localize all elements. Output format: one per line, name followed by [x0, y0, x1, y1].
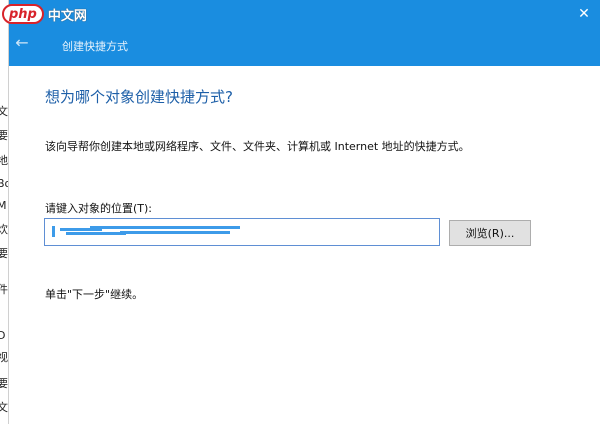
- bg-fragment: D: [0, 330, 5, 342]
- bg-fragment: 要: [0, 248, 8, 260]
- back-arrow-icon: ←: [15, 33, 29, 52]
- bg-fragment: 视: [0, 352, 8, 364]
- bg-fragment: 地: [0, 155, 8, 167]
- wizard-heading: 想为哪个对象创建快捷方式?: [45, 88, 233, 106]
- browse-button[interactable]: 浏览(R)...: [449, 220, 531, 246]
- php-brand-text: php: [9, 6, 37, 22]
- next-step-hint: 单击"下一步"继续。: [45, 288, 144, 301]
- php-cn-watermark-logo: php 中文网: [2, 2, 87, 26]
- bg-fragment: 要: [0, 378, 8, 390]
- wizard-description: 该向导帮你创建本地或网络程序、文件、文件夹、计算机或 Internet 地址的快…: [45, 140, 470, 153]
- bg-fragment: 件: [0, 284, 8, 296]
- close-button[interactable]: ✕: [576, 6, 592, 22]
- site-name-text: 中文网: [47, 8, 87, 24]
- back-button[interactable]: ←: [13, 34, 31, 52]
- bg-fragment: 文: [0, 106, 8, 118]
- bg-fragment: 要: [0, 130, 8, 142]
- bg-fragment: 炊: [0, 224, 8, 236]
- bg-fragment: Bo: [0, 178, 8, 190]
- title-bar: ✕ ← 创建快捷方式: [9, 0, 600, 66]
- location-input[interactable]: [44, 218, 440, 246]
- php-badge: php: [2, 4, 44, 24]
- location-label: 请键入对象的位置(T):: [45, 202, 153, 215]
- create-shortcut-window: 文 要 地 Bo M 炊 要 件 D 视 要 文 php 中文网 ✕ ← 创建快…: [0, 0, 600, 424]
- bg-fragment: M: [0, 200, 7, 212]
- window-title: 创建快捷方式: [62, 40, 128, 53]
- background-window-strip: 文 要 地 Bo M 炊 要 件 D 视 要 文: [0, 0, 9, 424]
- close-icon: ✕: [578, 6, 590, 22]
- bg-fragment: 文: [0, 402, 8, 414]
